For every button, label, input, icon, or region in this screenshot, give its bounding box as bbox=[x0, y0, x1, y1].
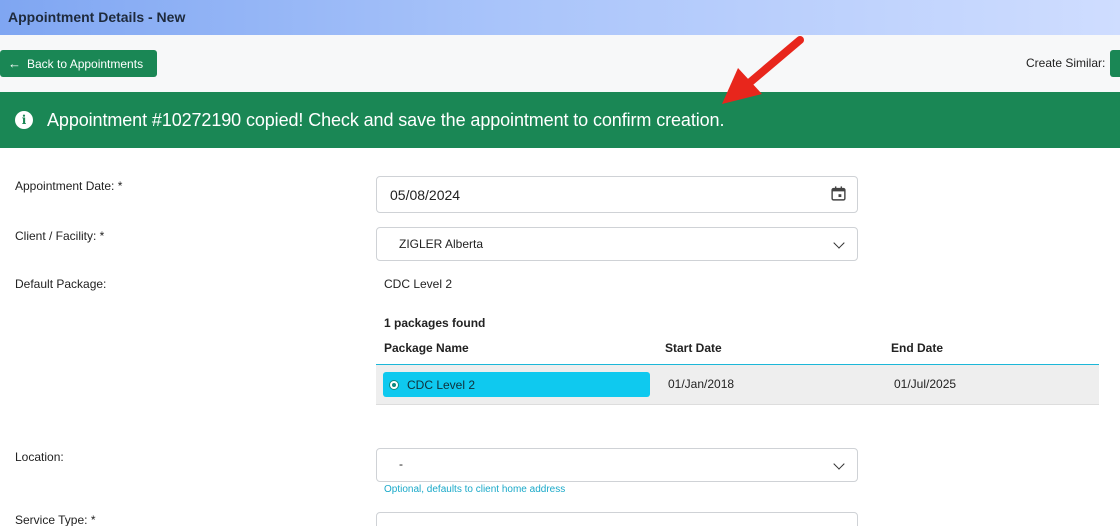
location-label: Location: bbox=[15, 450, 64, 464]
column-header-package-name: Package Name bbox=[384, 341, 469, 355]
default-package-label: Default Package: bbox=[15, 277, 107, 291]
end-date-cell: 01/Jul/2025 bbox=[894, 377, 957, 391]
start-date-cell: 01/Jan/2018 bbox=[668, 377, 735, 391]
column-header-end-date: End Date bbox=[891, 341, 944, 355]
create-similar-button[interactable] bbox=[1110, 50, 1120, 77]
back-to-appointments-button[interactable]: ← Back to Appointments bbox=[0, 50, 157, 77]
create-similar-label: Create Similar: bbox=[1026, 56, 1106, 70]
location-select[interactable]: - bbox=[376, 448, 858, 482]
client-facility-select[interactable]: ZIGLER Alberta bbox=[376, 227, 858, 261]
appointment-date-value: 05/08/2024 bbox=[390, 187, 461, 203]
alert-message: Appointment #10272190 copied! Check and … bbox=[47, 109, 725, 130]
copy-success-alert: i Appointment #10272190 copied! Check an… bbox=[0, 92, 1120, 148]
toolbar: ← Back to Appointments Create Similar: bbox=[0, 35, 1120, 92]
arrow-left-icon: ← bbox=[8, 56, 21, 71]
service-type-label: Service Type: * bbox=[15, 513, 96, 526]
window-title: Appointment Details - New bbox=[8, 9, 186, 25]
column-header-start-date: Start Date bbox=[665, 341, 722, 355]
window-titlebar: Appointment Details - New bbox=[0, 0, 1120, 35]
radio-selected-icon[interactable] bbox=[389, 379, 399, 390]
location-hint: Optional, defaults to client home addres… bbox=[384, 484, 566, 495]
default-package-value: CDC Level 2 bbox=[384, 277, 453, 291]
package-selection-pill[interactable]: CDC Level 2 bbox=[383, 372, 650, 397]
location-value: - bbox=[399, 457, 403, 471]
service-type-select[interactable] bbox=[376, 512, 858, 526]
chevron-down-icon bbox=[833, 458, 845, 470]
info-icon: i bbox=[15, 111, 33, 129]
calendar-icon[interactable] bbox=[830, 185, 847, 202]
appointment-date-label: Appointment Date: * bbox=[15, 179, 123, 193]
client-facility-label: Client / Facility: * bbox=[15, 229, 105, 243]
package-name-cell: CDC Level 2 bbox=[407, 377, 476, 392]
app-window: Appointment Details - New ← Back to Appo… bbox=[0, 0, 1120, 526]
packages-found-count: 1 packages found bbox=[384, 316, 486, 330]
appointment-date-input[interactable]: 05/08/2024 bbox=[376, 176, 858, 213]
client-facility-value: ZIGLER Alberta bbox=[399, 237, 484, 251]
back-button-label: Back to Appointments bbox=[27, 56, 144, 71]
table-row[interactable]: CDC Level 2 01/Jan/2018 01/Jul/2025 bbox=[376, 365, 1099, 405]
chevron-down-icon bbox=[833, 237, 845, 249]
